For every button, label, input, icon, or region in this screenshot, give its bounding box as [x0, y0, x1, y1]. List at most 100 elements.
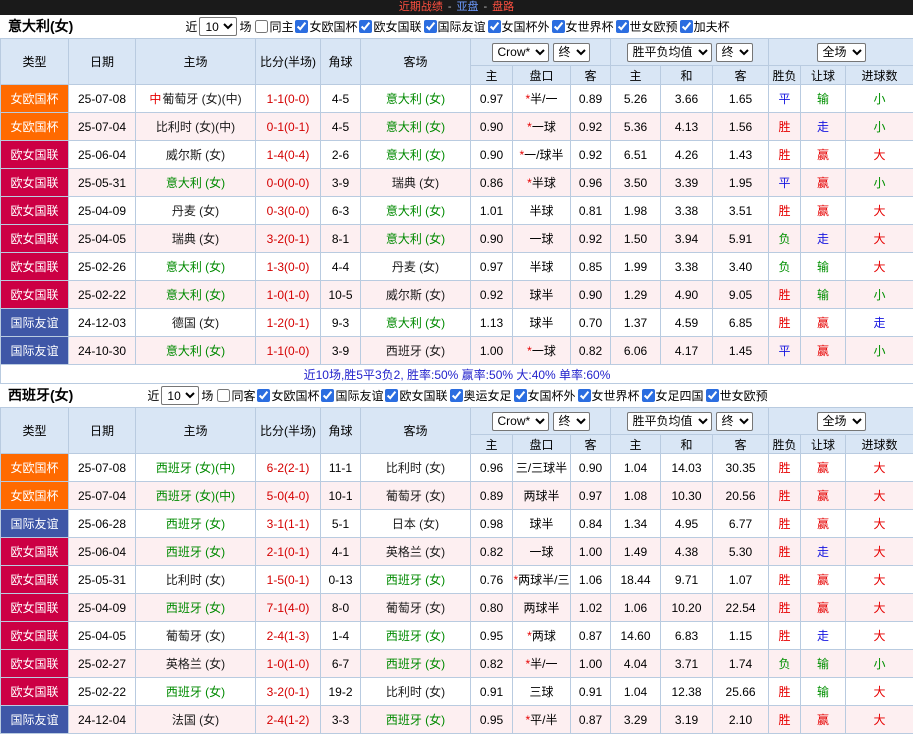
odds-company-select[interactable]: Crow* [491, 42, 549, 62]
home-team-cell: 法国 (女) [135, 705, 256, 734]
competition-checkbox[interactable] [615, 20, 629, 33]
competition-filter[interactable]: 国际友谊 [422, 18, 486, 35]
score-cell: 6-2(2-1) [255, 453, 321, 482]
competition-filter[interactable]: 女欧国杯 [255, 387, 319, 404]
competition-checkbox[interactable] [257, 389, 271, 402]
handicap-home-odds: 1.13 [470, 308, 513, 337]
corners-cell: 0-13 [320, 565, 361, 594]
match-type-badge: 国际友谊 [0, 336, 69, 365]
competition-filter[interactable]: 女国杯外 [512, 387, 576, 404]
competition-checkbox[interactable] [359, 20, 373, 33]
section-header-bar: 近 10 场 同客 女欧国杯 国际友谊 欧女国联 奥运女足 女国杯外 女世界杯 女足四国 世女欧预 西班… [0, 384, 913, 407]
avg-home-odds: 3.50 [610, 168, 662, 197]
competition-checkbox[interactable] [513, 389, 527, 402]
odds-stage-select[interactable]: 终 [552, 42, 590, 62]
away-team-cell: 英格兰 (女) [360, 537, 471, 566]
avg-away-odds: 6.85 [712, 308, 770, 337]
nav-link-recent-record[interactable]: 近期战绩 [399, 0, 443, 15]
competition-checkbox[interactable] [385, 389, 399, 402]
result-handicap: 赢 [800, 593, 847, 622]
competition-filter[interactable]: 欧女国联 [383, 387, 448, 404]
column-header-5: 客场 [360, 407, 471, 454]
avg-draw-odds: 3.94 [660, 224, 714, 253]
result-goals: 大 [845, 453, 913, 482]
nav-link-handicap-trend[interactable]: 盘路 [492, 0, 514, 15]
same-venue-filter[interactable]: 同主 [253, 18, 293, 35]
competition-filter[interactable]: 女国杯外 [486, 18, 550, 35]
handicap-home-odds: 0.98 [470, 509, 513, 538]
avg-stage-select[interactable]: 终 [715, 411, 753, 431]
competition-checkbox[interactable] [487, 20, 501, 33]
home-team-cell: 丹麦 (女) [135, 196, 256, 225]
handicap-away-odds: 0.92 [569, 224, 612, 253]
avg-away-odds: 1.95 [712, 168, 770, 197]
handicap-line: *一/球半 [512, 140, 571, 169]
competition-checkbox[interactable] [423, 20, 437, 33]
match-type-badge: 女欧国杯 [0, 481, 69, 510]
same-venue-checkbox[interactable] [217, 389, 231, 402]
competition-checkbox[interactable] [551, 20, 565, 33]
match-date: 25-02-22 [68, 677, 136, 706]
recent-count-select[interactable]: 10 [199, 17, 238, 36]
corners-cell: 4-4 [320, 252, 361, 281]
competition-filter[interactable]: 国际友谊 [319, 387, 383, 404]
competition-filter[interactable]: 奥运女足 [448, 387, 512, 404]
home-team-name: 法国 (女) [171, 713, 220, 727]
competition-label: 欧女国联 [399, 389, 448, 403]
result-handicap: 赢 [800, 509, 847, 538]
column-header-5: 客场 [360, 38, 471, 85]
fulltime-scope-select[interactable]: 全场 [816, 411, 866, 431]
competition-checkbox[interactable] [449, 389, 463, 402]
avg-name-select[interactable]: 胜平负均值 [626, 42, 712, 62]
competition-filter[interactable]: 女世界杯 [576, 387, 640, 404]
avg-draw-odds: 4.26 [660, 140, 714, 169]
handicap-line: 球半 [512, 308, 571, 337]
nav-link-asian-handicap[interactable]: 亚盘 [457, 0, 479, 15]
result-handicap: 赢 [800, 481, 847, 510]
avg-draw-odds: 3.39 [660, 168, 714, 197]
match-date: 25-06-04 [68, 537, 136, 566]
handicap-line: *一球 [512, 112, 571, 141]
competition-checkbox[interactable] [679, 20, 693, 33]
same-venue-filter[interactable]: 同客 [215, 387, 255, 404]
result-handicap: 赢 [800, 705, 847, 734]
competition-checkbox[interactable] [705, 389, 719, 402]
handicap-away-odds: 0.90 [569, 453, 612, 482]
competition-checkbox[interactable] [641, 389, 655, 402]
fulltime-scope-select[interactable]: 全场 [816, 42, 866, 62]
competition-filter[interactable]: 世女欧预 [704, 387, 768, 404]
competition-checkbox[interactable] [577, 389, 591, 402]
competition-filter[interactable]: 女足四国 [640, 387, 704, 404]
odds-company-select[interactable]: Crow* [491, 411, 549, 431]
avg-name-select[interactable]: 胜平负均值 [626, 411, 712, 431]
away-team-name: 意大利 (女) [385, 92, 446, 106]
competition-filter[interactable]: 世女欧预 [614, 18, 678, 35]
handicap-away-odds: 0.92 [569, 112, 612, 141]
odds-subcol-2: 客 [569, 65, 612, 85]
section-header-bar: 近 10 场 同主 女欧国杯 欧女国联 国际友谊 女国杯外 女世界杯 世女欧预 加夫杯 意大利(女) [0, 15, 913, 38]
avg-subcol-1: 和 [660, 65, 714, 85]
avg-away-odds: 30.35 [712, 453, 770, 482]
home-team-name: 西班牙 (女) [165, 517, 226, 531]
competition-filter[interactable]: 欧女国联 [357, 18, 422, 35]
odds-stage-select[interactable]: 终 [552, 411, 590, 431]
match-row: 欧女国联 25-05-31 比利时 (女) 1-5(0-1) 0-13 西班牙 (女) 0.… [0, 565, 913, 594]
same-venue-checkbox[interactable] [255, 20, 269, 33]
competition-filter[interactable]: 女欧国杯 [293, 18, 357, 35]
handicap-star: * [519, 148, 525, 162]
result-goals: 小 [845, 280, 913, 309]
handicap-line: *一球 [512, 336, 571, 365]
competition-checkbox[interactable] [321, 389, 335, 402]
match-row: 国际友谊 24-10-30 意大利 (女) 1-1(0-0) 3-9 西班牙 (女) 1.0… [0, 336, 913, 365]
match-date: 25-06-04 [68, 140, 136, 169]
home-team-cell: 意大利 (女) [135, 252, 256, 281]
handicap-home-odds: 0.89 [470, 481, 513, 510]
odds-subcol-1: 盘口 [512, 434, 571, 454]
competition-filter[interactable]: 女世界杯 [550, 18, 614, 35]
recent-count-select[interactable]: 10 [161, 386, 200, 405]
avg-stage-select[interactable]: 终 [715, 42, 753, 62]
result-handicap: 输 [800, 84, 847, 113]
competition-checkbox[interactable] [295, 20, 309, 33]
score-cell: 3-2(0-1) [255, 224, 321, 253]
competition-filter[interactable]: 加夫杯 [678, 18, 730, 35]
